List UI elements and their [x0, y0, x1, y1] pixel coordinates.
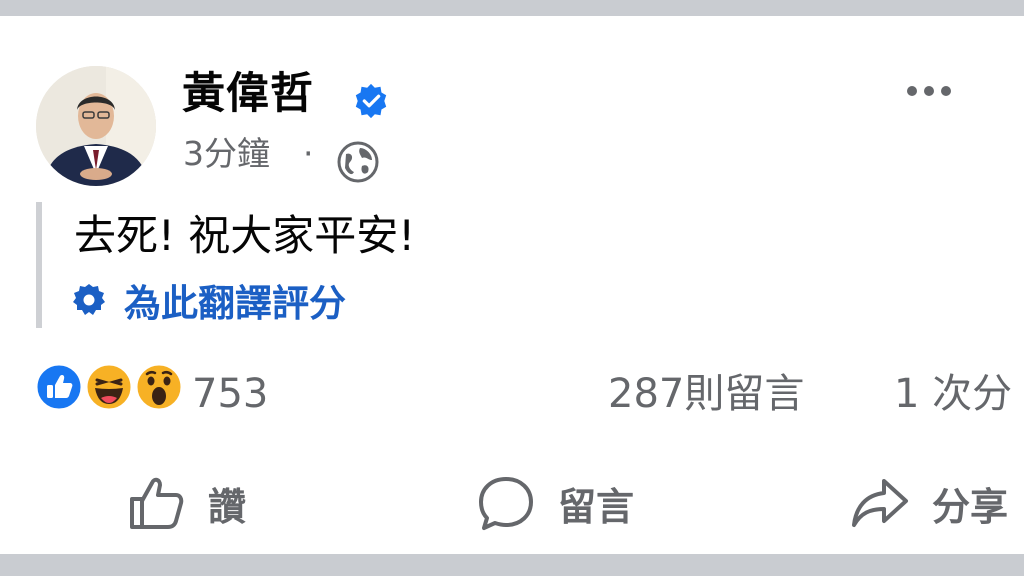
post-card: 黃偉哲 3分鐘 · 去死! 祝大家平安! 為此翻譯評分 753 287則留言 1… — [0, 16, 1024, 554]
meta-separator: · — [303, 134, 314, 173]
avatar-photo — [36, 66, 156, 186]
like-label: 讚 — [208, 484, 247, 529]
share-count[interactable]: 1 次分 — [894, 370, 1012, 418]
quote-bar — [36, 202, 42, 328]
verified-badge-icon — [355, 83, 387, 119]
more-options-icon[interactable] — [898, 78, 960, 104]
comment-bubble-icon — [479, 477, 533, 530]
author-avatar[interactable] — [36, 66, 156, 186]
post-timestamp[interactable]: 3分鐘 — [183, 128, 270, 180]
share-button[interactable]: 分享 — [850, 468, 1008, 538]
post-text: 去死! 祝大家平安! — [74, 211, 416, 260]
rate-translation-link[interactable]: 為此翻譯評分 — [72, 274, 346, 326]
wow-reaction-icon — [134, 362, 184, 412]
translate-label: 為此翻譯評分 — [124, 282, 346, 325]
share-label: 分享 — [932, 484, 1009, 529]
like-reaction-icon — [34, 362, 84, 412]
comment-label: 留言 — [558, 484, 635, 529]
gear-icon — [73, 284, 105, 315]
reaction-count[interactable]: 753 — [192, 370, 268, 418]
comment-button[interactable]: 留言 — [476, 468, 634, 538]
comment-count[interactable]: 287則留言 — [608, 370, 804, 418]
thumbs-up-icon — [130, 477, 184, 529]
author-name[interactable]: 黃偉哲 — [182, 64, 314, 124]
like-button[interactable]: 讚 — [126, 468, 246, 538]
haha-reaction-icon — [84, 362, 134, 412]
feed-separator — [0, 554, 1024, 576]
globe-icon — [337, 141, 379, 183]
share-arrow-icon — [852, 479, 908, 527]
